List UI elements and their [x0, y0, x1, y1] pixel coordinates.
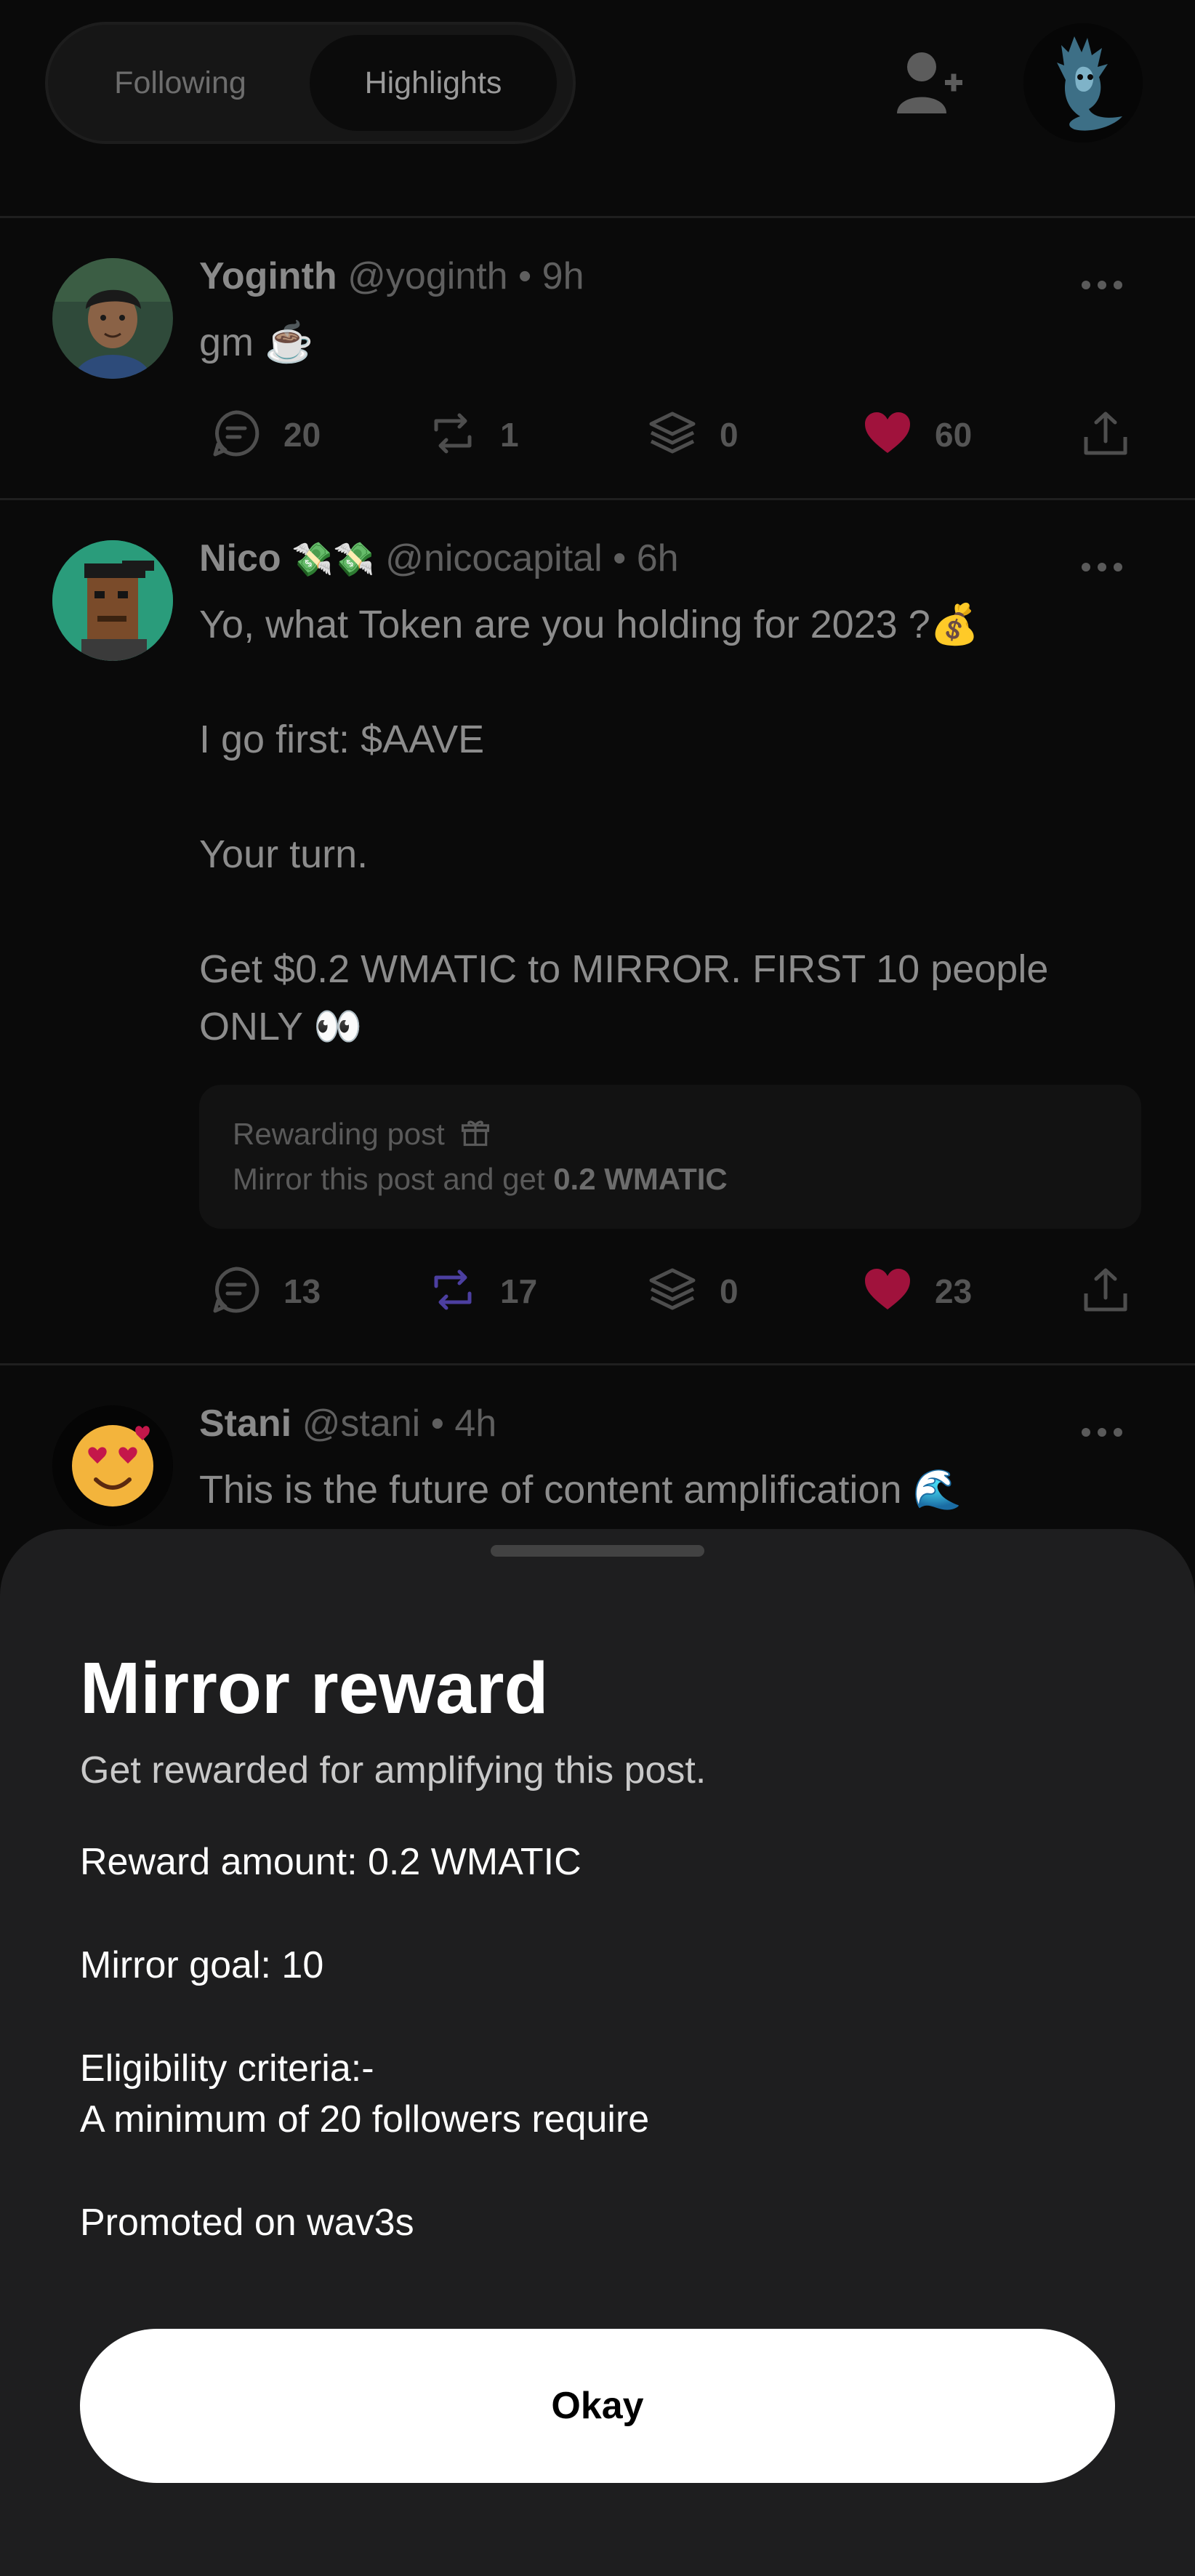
mirror-count: 17: [500, 1272, 538, 1310]
gift-icon: [459, 1117, 491, 1156]
more-options-icon[interactable]: [1082, 1425, 1125, 1440]
collect-button[interactable]: 0: [647, 1262, 739, 1320]
like-count: 23: [935, 1272, 973, 1310]
post-body: gm ☕: [199, 321, 314, 364]
profile-avatar[interactable]: [1023, 23, 1143, 143]
collect-count: 0: [720, 1272, 739, 1310]
share-icon: [1080, 1264, 1131, 1319]
mirror-button[interactable]: 1: [427, 406, 519, 464]
like-button[interactable]: 23: [862, 1262, 972, 1320]
comment-count: 13: [283, 1272, 321, 1310]
mirror-count: 1: [500, 416, 519, 454]
post-actions: 20 1 0 60: [211, 406, 1141, 464]
post-time: • 9h: [518, 255, 584, 297]
like-count: 60: [935, 416, 973, 454]
collect-stack-icon: [647, 408, 698, 462]
collect-stack-icon: [647, 1264, 698, 1319]
comment-icon: [211, 408, 262, 462]
share-icon: [1080, 408, 1131, 462]
collect-count: 0: [720, 416, 739, 454]
post-header: Stani @stani • 4h: [199, 1402, 496, 1445]
post-header: Nico 💸💸 @nicocapital • 6h: [199, 537, 679, 580]
comment-count: 20: [283, 416, 321, 454]
avatar-yoginth[interactable]: [52, 258, 173, 379]
mirror-button[interactable]: 17: [427, 1262, 537, 1320]
heart-icon: [862, 1264, 913, 1319]
author-handle[interactable]: @yoginth: [347, 255, 507, 297]
reward-box[interactable]: Rewarding post Mirror this post and get …: [199, 1085, 1141, 1229]
mirror-icon: [427, 1264, 478, 1319]
like-button[interactable]: 60: [862, 406, 972, 464]
feed-tabs: Following Highlights: [45, 22, 576, 144]
sheet-subtitle: Get rewarded for amplifying this post.: [80, 1749, 707, 1791]
author-handle[interactable]: @nicocapital: [385, 537, 603, 579]
reward-title: Rewarding post: [233, 1117, 491, 1156]
comment-icon: [211, 1264, 262, 1319]
comment-button[interactable]: 13: [211, 1262, 321, 1320]
user-plus-icon[interactable]: [893, 47, 965, 119]
share-button[interactable]: [1080, 1262, 1131, 1320]
collect-button[interactable]: 0: [647, 406, 739, 464]
sheet-drag-handle[interactable]: [491, 1545, 704, 1557]
post-yoginth[interactable]: Yoginth @yoginth • 9h gm ☕ 20 1 0 60: [0, 218, 1195, 500]
author-name[interactable]: Nico: [199, 537, 281, 579]
tab-following[interactable]: Following: [64, 35, 297, 131]
post-actions: 13 17 0 23: [211, 1262, 1141, 1320]
post-time: • 6h: [613, 537, 679, 579]
eligibility-title: Eligibility criteria:-: [80, 2047, 374, 2090]
reward-amount-text: Reward amount: 0.2 WMATIC: [80, 1841, 582, 1883]
share-button[interactable]: [1080, 406, 1131, 464]
sheet-title: Mirror reward: [80, 1648, 549, 1729]
okay-button[interactable]: Okay: [80, 2329, 1115, 2483]
author-name[interactable]: Yoginth: [199, 255, 337, 297]
heart-icon: [862, 408, 913, 462]
avatar-stani[interactable]: [52, 1405, 173, 1526]
mirror-icon: [427, 408, 478, 462]
mirror-reward-sheet: Mirror reward Get rewarded for amplifyin…: [0, 1529, 1195, 2576]
more-options-icon[interactable]: [1082, 278, 1125, 292]
feed-header: Following Highlights: [0, 0, 1195, 218]
post-body: This is the future of content amplificat…: [199, 1468, 962, 1512]
reward-description: Mirror this post and get 0.2 WMATIC: [233, 1162, 728, 1196]
comment-button[interactable]: 20: [211, 406, 321, 464]
eligibility-rule: A minimum of 20 followers require: [80, 2098, 650, 2140]
tab-highlights[interactable]: Highlights: [310, 35, 557, 131]
post-time: • 4h: [430, 1403, 497, 1445]
avatar-nico[interactable]: [52, 540, 173, 661]
author-handle[interactable]: @stani: [302, 1403, 421, 1445]
post-body: Yo, what Token are you holding for 2023 …: [199, 603, 1049, 1048]
promoted-text: Promoted on wav3s: [80, 2202, 414, 2244]
author-emoji: 💸💸: [291, 540, 375, 578]
reward-amount: 0.2 WMATIC: [553, 1162, 728, 1196]
post-nico[interactable]: Nico 💸💸 @nicocapital • 6h Yo, what Token…: [0, 500, 1195, 1365]
author-name[interactable]: Stani: [199, 1403, 291, 1445]
mirror-goal-text: Mirror goal: 10: [80, 1944, 324, 1986]
more-options-icon[interactable]: [1082, 560, 1125, 574]
app-root: Following Highlights Yoginth @yoginth • …: [0, 0, 1195, 2576]
post-header: Yoginth @yoginth • 9h: [199, 254, 584, 298]
